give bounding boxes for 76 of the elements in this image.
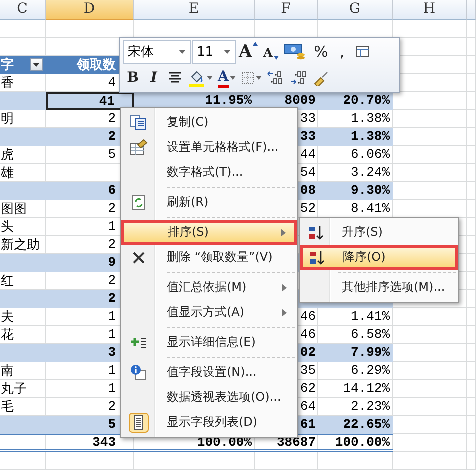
submenu-arrow-icon [281, 228, 286, 236]
table-cell-text: 2 [107, 290, 117, 308]
table-cell: 1.41% [318, 308, 393, 326]
font-color-button[interactable]: A [216, 66, 238, 90]
table-cell-text: 5 [107, 416, 117, 434]
caret-icon [253, 42, 258, 46]
filter-dropdown-button[interactable] [30, 58, 43, 71]
column-header[interactable]: D [46, 0, 134, 20]
caret-icon [274, 56, 279, 60]
info-icon [130, 364, 147, 381]
field-list-icon [128, 412, 148, 432]
submenu-arrow-icon [282, 284, 287, 292]
border-icon [240, 71, 255, 85]
align-center-icon [168, 72, 182, 84]
table-cell-text: 领取数 [76, 56, 117, 74]
font-name-dropdown[interactable]: 宋体 [123, 40, 191, 64]
table-cell: 100.00% [318, 435, 393, 449]
menu-item[interactable]: 升序(S) [302, 220, 456, 245]
table-cell-text: 02 [299, 344, 317, 362]
table-cell-text: 11.95% [204, 92, 253, 110]
paint-bucket-icon [188, 69, 206, 87]
table-cell-text: 9 [107, 254, 117, 272]
column-header[interactable]: C [0, 0, 46, 20]
comma-button[interactable]: , [332, 40, 352, 64]
column-header[interactable]: H [393, 0, 467, 20]
table-cell-text: 9.30% [350, 182, 391, 200]
table-cell-text: 2 [107, 128, 117, 146]
refresh-icon [132, 194, 146, 210]
percent-button[interactable]: % [311, 40, 332, 64]
menu-item[interactable]: 降序(O) [300, 245, 458, 270]
column-header[interactable]: E [134, 0, 255, 20]
caret-icon [224, 50, 231, 54]
table-cell-text: 7.99% [350, 344, 391, 362]
table-cell: 夫 [0, 308, 46, 326]
table-cell: 14.12% [318, 380, 393, 398]
sort-ascending-icon [308, 224, 324, 240]
shrink-font-button[interactable]: A [261, 40, 282, 64]
italic-button[interactable]: I [144, 66, 164, 90]
table-cell-text: 33 [299, 128, 317, 146]
column-header[interactable]: F [255, 0, 318, 20]
caret-icon [256, 76, 262, 80]
column-header[interactable]: G [318, 0, 393, 20]
decimal-icon [266, 70, 285, 86]
header-label: 字 [1, 56, 14, 74]
close-icon [132, 250, 146, 264]
caret-icon [207, 76, 213, 80]
submenu-arrow-icon [282, 308, 287, 316]
table-cell: 丸子 [0, 380, 46, 398]
decimal-icon [290, 70, 308, 86]
caret-icon [33, 62, 40, 66]
table-cell-text: 6 [107, 182, 117, 200]
table-cell: 6.29% [318, 362, 393, 380]
table-cell-text: 20.70% [342, 92, 391, 110]
menu-item[interactable]: 排序(S) [121, 220, 297, 245]
sort-descending-icon [308, 250, 324, 266]
table-cell-text: 3 [107, 344, 117, 362]
brush-icon [312, 70, 329, 86]
table-cell-text: 8009 [284, 92, 317, 110]
table-icon [356, 45, 370, 59]
table-cell: 虎 [0, 146, 46, 164]
table-cell: 头 [0, 218, 46, 236]
table-cell: 6.06% [318, 146, 393, 164]
table-cell-text: 61 [299, 416, 317, 434]
caret-icon [230, 76, 236, 80]
copy-icon [130, 114, 148, 130]
table-cell: 南 [0, 362, 46, 380]
table-cell-text: 08 [299, 182, 317, 200]
format-cells-icon [130, 138, 148, 156]
table-cell: 图图 [0, 200, 46, 218]
add-list-icon [130, 336, 146, 348]
table-cell-text: 22.65% [342, 416, 391, 434]
menu-item[interactable]: 其他排序选项(M)... [302, 275, 456, 300]
table-cell-text: 1.38% [350, 128, 391, 146]
caret-icon [179, 50, 186, 54]
grow-font-button[interactable]: A [237, 40, 260, 64]
font-size-dropdown[interactable]: 11 [192, 40, 236, 64]
